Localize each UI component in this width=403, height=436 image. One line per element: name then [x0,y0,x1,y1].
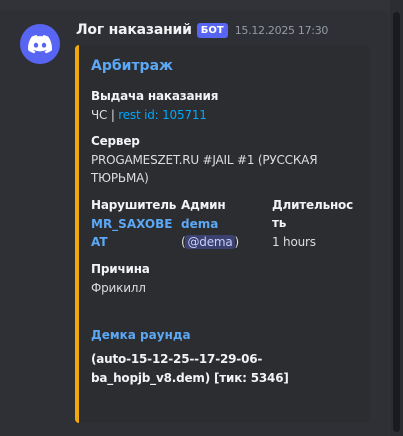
demo-value-line1: (auto-15-12-25--17-29-06- [91,352,263,366]
field-admin-name: Админ [181,198,226,212]
field-issue-name: Выдача наказания [91,89,219,103]
message-header: Лог наказаний БОТ 15.12.2025 17:30 [76,22,328,38]
field-duration-name-line2: ть [272,216,287,230]
field-issue-prefix: ЧС | [91,108,119,122]
field-server-name: Сервер [91,134,140,148]
message-timestamp[interactable]: 15.12.2025 17:30 [235,24,329,37]
bot-tag-badge: БОТ [196,22,228,38]
embed-title: Арбитраж [91,58,173,74]
field-violator-name: Нарушитель [91,198,177,212]
author-name[interactable]: Лог наказаний [76,22,192,38]
bot-avatar[interactable] [20,24,60,64]
admin-link[interactable]: dema [181,217,218,231]
field-server-value-line2: ТЮРЬМА) [91,171,149,185]
admin-mention[interactable]: @dema [185,235,235,249]
admin-mention-row: (@dema) [181,235,239,249]
scrollbar-thumb[interactable] [393,12,400,432]
rest-id-link[interactable]: rest id: 105711 [118,108,207,122]
field-reason-value: Фрикилл [91,281,146,295]
field-duration-value: 1 hours [272,235,316,249]
demo-value-line2: ba_hopjb_v8.dem) [тик: 5346] [91,371,289,385]
field-reason-name: Причина [91,262,150,276]
field-duration-name-line1: Длительнос [272,198,354,212]
mention-close-paren: ) [234,235,240,249]
field-server-value-line1: PROGAMESZET.RU #JAIL #1 (РУССКАЯ [91,153,318,167]
field-issue-value: ЧС | rest id: 105711 [91,108,207,122]
demo-title-link[interactable]: Демка раунда [91,328,191,342]
violator-link-line1[interactable]: MR_SAXOBE [91,217,172,231]
embed-card: Арбитраж Выдача наказания ЧС | rest id: … [75,45,370,423]
violator-link-line2[interactable]: AT [91,235,108,249]
discord-logo-icon [28,34,52,53]
